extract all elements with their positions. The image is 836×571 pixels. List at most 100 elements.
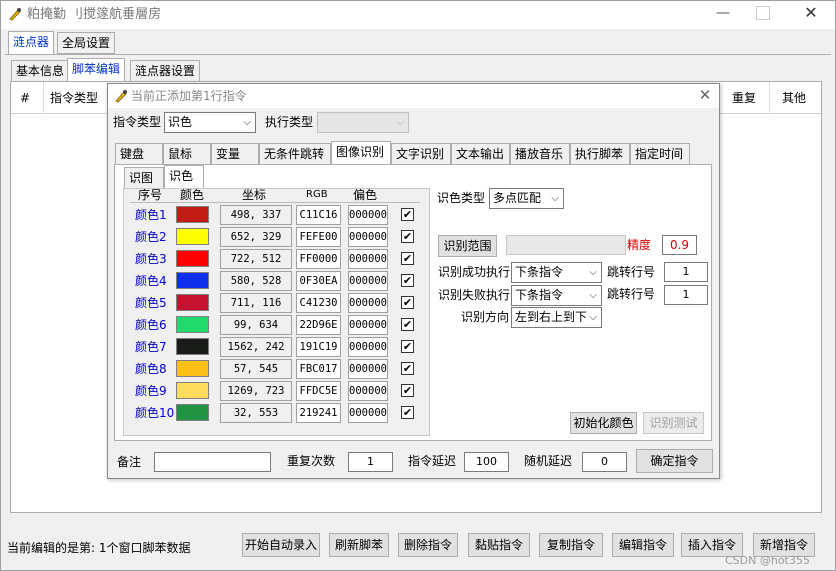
edit-cmd-button[interactable]: 编辑指令 (612, 533, 674, 557)
color-row-rgb[interactable]: 191C19 (296, 337, 341, 357)
note-label: 备注 (117, 455, 142, 469)
color-row-rgb[interactable]: C41230 (296, 293, 341, 313)
precision-input[interactable]: 0.9 (662, 235, 697, 255)
color-row-coord[interactable]: 711, 116 (220, 293, 292, 313)
chevron-down-icon: ⌵ (551, 193, 559, 204)
color-row-rgb[interactable]: FEFE00 (296, 227, 341, 247)
grid-header-index: # (20, 91, 31, 105)
color-row-rgb[interactable]: C11C16 (296, 205, 341, 225)
exec-type-select[interactable]: ⌵ (317, 112, 409, 133)
direction-select[interactable]: 左到右上到下 ⌵ (511, 307, 602, 328)
color-row-swatch (176, 338, 209, 355)
paste-cmd-button[interactable]: 黏贴指令 (468, 533, 530, 557)
tab-image-recognition[interactable]: 图像识别 (331, 141, 391, 165)
delay-input[interactable]: 100 (464, 452, 509, 472)
note-input[interactable] (154, 452, 271, 472)
refresh-script-button[interactable]: 刷新脚苯 (329, 533, 389, 557)
color-row-coord[interactable]: 652, 329 (220, 227, 292, 247)
random-delay-input[interactable]: 0 (582, 452, 627, 472)
minimize-icon[interactable]: — (713, 5, 733, 23)
color-row-offset[interactable]: 000000 (348, 205, 388, 225)
app-icon (8, 7, 22, 21)
tab-clicker-settings[interactable]: 涟点器设置 (130, 60, 201, 82)
color-row-rgb[interactable]: 219241 (296, 403, 341, 423)
color-row-offset[interactable]: 000000 (348, 381, 388, 401)
color-row-coord[interactable]: 32, 553 (220, 403, 292, 423)
tab-unconditional-jump[interactable]: 无条件跳转 (259, 143, 331, 165)
tab-find-image[interactable]: 识图 (124, 167, 164, 189)
close-icon[interactable]: ✕ (801, 3, 821, 23)
repeat-input[interactable]: 1 (348, 452, 393, 472)
direction-label: 识别方向 (461, 310, 510, 324)
tab-run-script[interactable]: 执行脚苯 (570, 143, 630, 165)
add-command-dialog: 当前正添加第1行指令 ✕ 指令类型 识色 ⌵ 执行类型 ⌵ 键盘 鼠标 变量 无… (107, 83, 720, 479)
header-coord: 坐标 (242, 188, 267, 202)
tab-clicker[interactable]: 涟点器 (8, 31, 55, 55)
color-row-offset[interactable]: 000000 (348, 293, 388, 313)
tab-play-music[interactable]: 播放音乐 (510, 143, 570, 165)
header-color: 颜色 (180, 188, 205, 202)
start-record-button[interactable]: 开始自动录入 (242, 533, 320, 557)
color-row-rgb[interactable]: 22D96E (296, 315, 341, 335)
fail-action-select[interactable]: 下条指令 ⌵ (511, 285, 602, 306)
tab-global-settings[interactable]: 全局设置 (57, 32, 116, 54)
color-row-swatch (176, 250, 209, 267)
color-row-coord[interactable]: 498, 337 (220, 205, 292, 225)
chevron-down-icon: ⌵ (396, 117, 404, 128)
color-row-coord[interactable]: 722, 512 (220, 249, 292, 269)
tab-basic-info[interactable]: 基本信息 (11, 60, 70, 82)
copy-cmd-button[interactable]: 复制指令 (539, 533, 603, 557)
color-row-offset[interactable]: 000000 (348, 249, 388, 269)
tab-text-output[interactable]: 文本输出 (451, 143, 510, 165)
color-row-offset[interactable]: 000000 (348, 359, 388, 379)
color-row-coord[interactable]: 57, 545 (220, 359, 292, 379)
success-jump-input[interactable]: 1 (664, 262, 708, 282)
recognition-test-button[interactable]: 识别测试 (643, 412, 704, 434)
tab-panel-border (5, 54, 831, 55)
color-row-coord[interactable]: 580, 528 (220, 271, 292, 291)
color-row-checkbox[interactable]: ✔ (401, 252, 414, 265)
init-colors-button[interactable]: 初始化颜色 (570, 412, 637, 434)
maximize-icon[interactable] (756, 6, 770, 20)
color-row-swatch (176, 228, 209, 245)
color-row-checkbox[interactable]: ✔ (401, 362, 414, 375)
color-row-offset[interactable]: 000000 (348, 271, 388, 291)
fail-jump-input[interactable]: 1 (664, 285, 708, 305)
tab-find-color[interactable]: 识色 (164, 165, 204, 189)
tab-variable[interactable]: 变量 (211, 143, 259, 165)
color-row-offset[interactable]: 000000 (348, 227, 388, 247)
color-row-offset[interactable]: 000000 (348, 337, 388, 357)
tab-text-recognition[interactable]: 文字识别 (391, 143, 451, 165)
color-row-offset[interactable]: 000000 (348, 403, 388, 423)
color-row-checkbox[interactable]: ✔ (401, 384, 414, 397)
color-row-checkbox[interactable]: ✔ (401, 230, 414, 243)
color-row-checkbox[interactable]: ✔ (401, 318, 414, 331)
color-row-coord[interactable]: 1269, 723 (220, 381, 292, 401)
tab-script-edit[interactable]: 脚苯编辑 (67, 58, 126, 82)
recognition-range-button[interactable]: 识别范围 (438, 235, 497, 257)
color-row-checkbox[interactable]: ✔ (401, 340, 414, 353)
color-type-select[interactable]: 多点匹配 ⌵ (489, 188, 564, 209)
watermark: CSDN @hot355 (725, 554, 810, 567)
color-row-checkbox[interactable]: ✔ (401, 274, 414, 287)
color-row-checkbox[interactable]: ✔ (401, 406, 414, 419)
tab-mouse[interactable]: 鼠标 (163, 143, 211, 165)
tab-keyboard[interactable]: 键盘 (115, 143, 163, 165)
color-row-checkbox[interactable]: ✔ (401, 296, 414, 309)
color-row-rgb[interactable]: FBC017 (296, 359, 341, 379)
color-row-coord[interactable]: 1562, 242 (220, 337, 292, 357)
grid-header-repeat: 重复 (732, 91, 757, 105)
success-action-select[interactable]: 下条指令 ⌵ (511, 262, 602, 283)
color-row-swatch (176, 294, 209, 311)
color-row-checkbox[interactable]: ✔ (401, 208, 414, 221)
delete-cmd-button[interactable]: 删除指令 (398, 533, 458, 557)
color-row-rgb[interactable]: FFDC5E (296, 381, 341, 401)
color-row-offset[interactable]: 000000 (348, 315, 388, 335)
color-row-rgb[interactable]: FF0000 (296, 249, 341, 269)
confirm-command-button[interactable]: 确定指令 (636, 449, 713, 473)
color-row-rgb[interactable]: 0F30EA (296, 271, 341, 291)
tab-scheduled-time[interactable]: 指定时间 (630, 143, 690, 165)
cmd-type-select[interactable]: 识色 ⌵ (164, 112, 256, 133)
dialog-close-icon[interactable]: ✕ (696, 86, 714, 104)
color-row-coord[interactable]: 99, 634 (220, 315, 292, 335)
